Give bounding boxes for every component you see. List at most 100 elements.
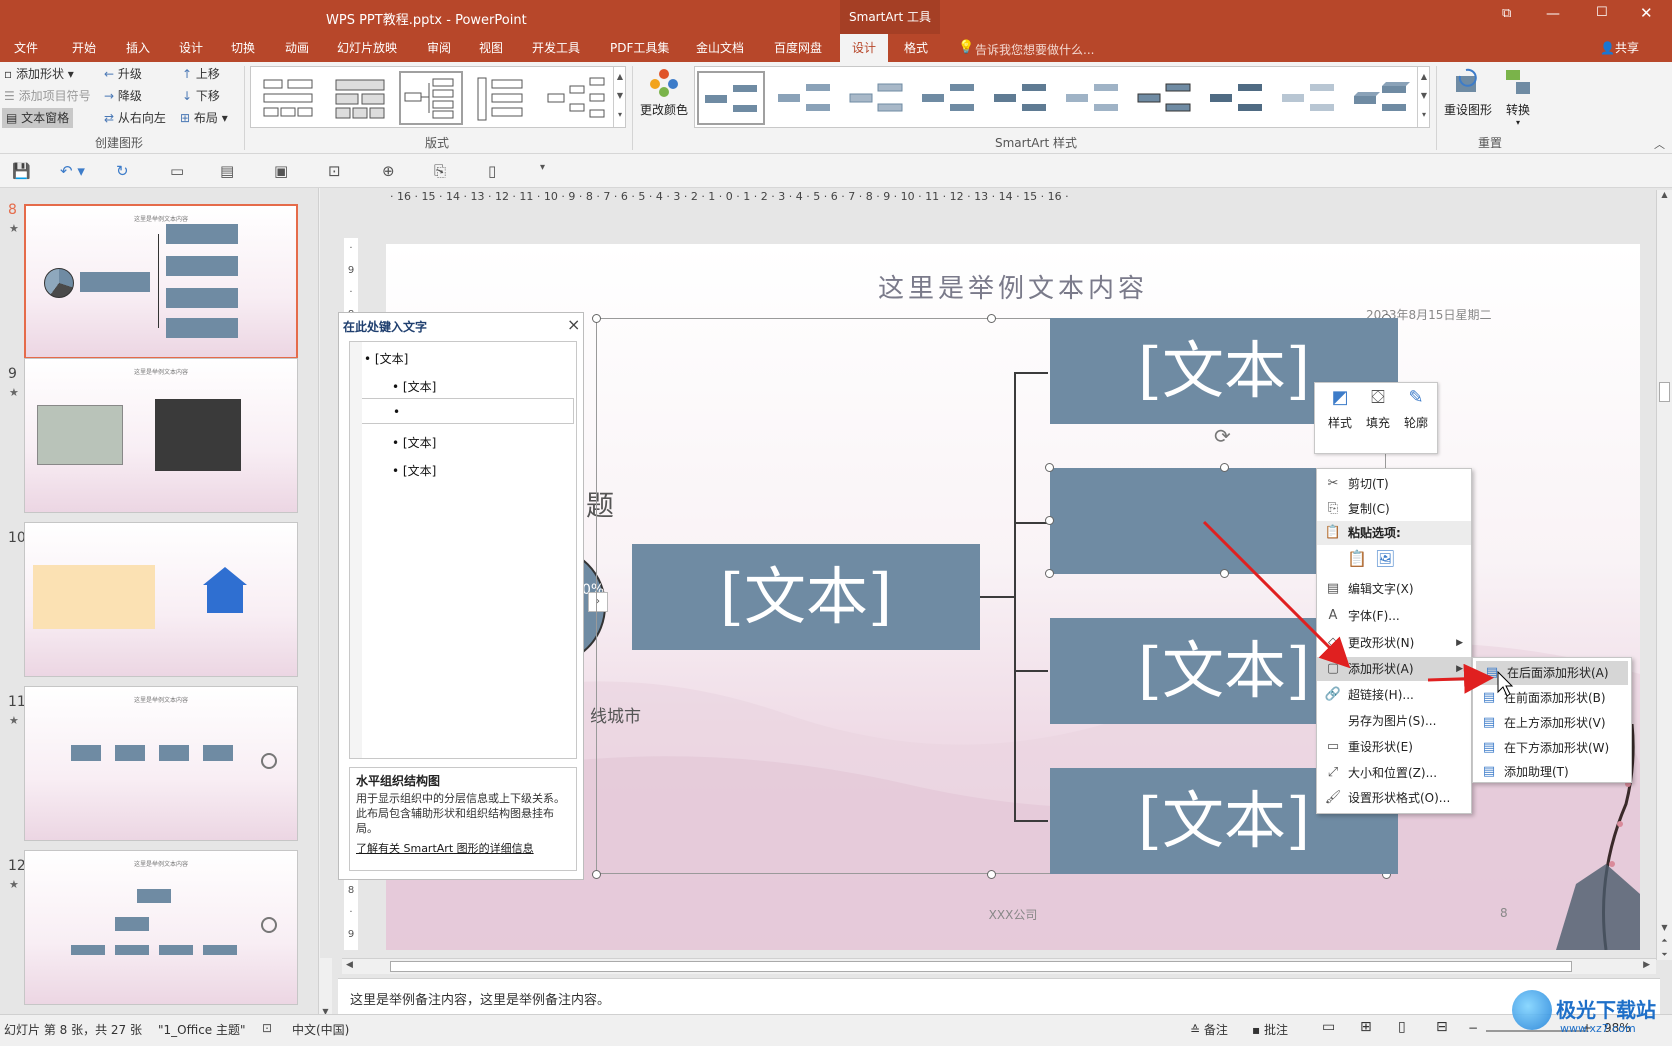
style-option[interactable]: [987, 71, 1055, 125]
notes-pane[interactable]: 这里是举例备注内容，这里是举例备注内容。: [338, 978, 1660, 1014]
smartart-main-box[interactable]: [文本]: [632, 544, 980, 650]
next-slide-icon[interactable]: ⏷: [1657, 950, 1672, 960]
resize-handle[interactable]: [1045, 516, 1054, 525]
text-pane-editor[interactable]: • [文本] • [文本] • • [文本] • [文本]: [349, 341, 577, 759]
tab-animations[interactable]: 动画: [283, 34, 311, 62]
layouts-gallery[interactable]: ▲ ▼ ▾: [250, 66, 626, 128]
tab-baidu-netdisk[interactable]: 百度网盘: [772, 34, 824, 62]
bullet-line-active[interactable]: •: [352, 398, 574, 424]
menu-cut[interactable]: ✂ 剪切(T): [1317, 472, 1471, 496]
scroll-up-icon[interactable]: ▲: [1657, 190, 1672, 199]
new-slide-icon[interactable]: ▭: [170, 162, 184, 180]
presentation-icon[interactable]: ⊡: [328, 162, 341, 180]
scroll-left-icon[interactable]: ◀: [346, 960, 353, 970]
document-icon[interactable]: ▯: [488, 162, 496, 180]
notes-toggle[interactable]: ≙ 备注: [1190, 1021, 1228, 1038]
slide-page-number[interactable]: 8: [1500, 906, 1508, 920]
redo-icon[interactable]: ↻: [116, 162, 129, 180]
move-down-button[interactable]: ↓ 下移: [182, 86, 220, 106]
resize-handle[interactable]: [1220, 569, 1229, 578]
add-shape-button[interactable]: ▫ 添加形状 ▾: [4, 64, 74, 84]
tab-developer[interactable]: 开发工具: [530, 34, 582, 62]
paste-keep-formatting-icon[interactable]: 📋: [1347, 549, 1369, 571]
slide-thumbnail-8[interactable]: 这里是举例文本内容: [24, 204, 298, 359]
reset-graphic-button[interactable]: 重设图形: [1442, 66, 1494, 128]
style-option[interactable]: [1059, 71, 1127, 125]
editor-vertical-scrollbar[interactable]: ▲ ▼ ⏶ ⏷: [1656, 190, 1672, 960]
scroll-down-icon[interactable]: ▼: [1657, 923, 1672, 932]
menu-save-as-picture[interactable]: 另存为图片(S)...: [1317, 709, 1471, 733]
style-option[interactable]: [915, 71, 983, 125]
restore-ribbon-icon[interactable]: ⧉: [1502, 6, 1511, 21]
fill-button[interactable]: ⛋ 填充: [1361, 387, 1395, 431]
bullet-line[interactable]: • [文本]: [364, 350, 408, 367]
bullet-line[interactable]: • [文本]: [392, 378, 436, 395]
minimize-button[interactable]: —: [1546, 6, 1560, 22]
resize-handle[interactable]: [592, 314, 601, 323]
resize-handle[interactable]: [1045, 569, 1054, 578]
previous-slide-icon[interactable]: ⏶: [1657, 936, 1672, 946]
menu-hyperlink[interactable]: 🔗 超链接(H)...: [1317, 683, 1471, 707]
resize-handle[interactable]: [987, 870, 996, 879]
bullet-line[interactable]: • [文本]: [392, 434, 436, 451]
menu-edit-text[interactable]: ▤ 编辑文字(X): [1317, 577, 1471, 601]
menu-add-shape-above[interactable]: ▤ 在上方添加形状(V): [1473, 711, 1631, 735]
tab-pdf-tools[interactable]: PDF工具集: [608, 34, 671, 62]
share-icon[interactable]: ⎘: [434, 162, 446, 180]
menu-copy[interactable]: ⎘ 复制(C): [1317, 497, 1471, 521]
menu-add-assistant[interactable]: ▤ 添加助理(T): [1473, 760, 1631, 784]
slide-title[interactable]: 这里是举例文本内容: [386, 268, 1640, 305]
change-colors-button[interactable]: 更改颜色: [638, 66, 690, 128]
tab-home[interactable]: 开始: [70, 34, 98, 62]
comments-toggle[interactable]: ▪ 批注: [1252, 1021, 1288, 1038]
slide-thumbnail-12[interactable]: 这里是举例文本内容: [24, 850, 298, 1005]
rotate-handle-icon[interactable]: ⟳: [1214, 424, 1231, 448]
style-option[interactable]: [1131, 71, 1199, 125]
share-button[interactable]: 👤共享: [1600, 34, 1639, 62]
menu-font[interactable]: A 字体(F)...: [1317, 604, 1471, 628]
style-option-selected[interactable]: [697, 71, 765, 125]
reading-view-icon[interactable]: ▯: [1398, 1019, 1406, 1035]
notes-text[interactable]: 这里是举例备注内容，这里是举例备注内容。: [350, 989, 610, 1008]
resize-handle[interactable]: [1045, 463, 1054, 472]
tab-design[interactable]: 设计: [177, 34, 205, 62]
slide-footer[interactable]: XXX公司: [386, 906, 1640, 923]
language[interactable]: 中文(中国): [292, 1021, 349, 1038]
resize-handle[interactable]: [1220, 463, 1229, 472]
scroll-right-icon[interactable]: ▶: [1643, 960, 1650, 970]
tab-smartart-design[interactable]: 设计: [840, 34, 889, 62]
style-option[interactable]: [1275, 71, 1343, 125]
style-option[interactable]: [843, 71, 911, 125]
menu-add-shape-after[interactable]: ▤ 在后面添加形状(A): [1476, 661, 1628, 685]
demote-button[interactable]: → 降级: [104, 86, 142, 106]
menu-change-shape[interactable]: ◇ 更改形状(N) ▶: [1317, 631, 1471, 655]
menu-size-position[interactable]: ⤢ 大小和位置(Z)...: [1317, 761, 1471, 785]
style-option[interactable]: [1203, 71, 1271, 125]
tab-slideshow[interactable]: 幻灯片放映: [335, 34, 399, 62]
present-icon[interactable]: ▣: [274, 162, 288, 180]
text-pane-button[interactable]: ▤ 文本窗格: [2, 108, 74, 128]
slide-thumbnail-9[interactable]: 这里是举例文本内容: [24, 358, 298, 513]
scroll-thumb[interactable]: [1659, 382, 1670, 402]
save-icon[interactable]: 💾: [12, 162, 31, 180]
tab-file[interactable]: 文件: [12, 34, 40, 62]
outline-button[interactable]: ✎ 轮廓: [1399, 387, 1433, 431]
normal-view-icon[interactable]: ▭: [1322, 1019, 1335, 1035]
add-bullet-button[interactable]: ☰ 添加项目符号: [4, 86, 91, 106]
tab-transitions[interactable]: 切换: [229, 34, 257, 62]
close-button[interactable]: ✕: [1640, 4, 1653, 22]
layout-option[interactable]: [327, 71, 391, 125]
layout-option-selected[interactable]: [399, 71, 463, 125]
customize-qat-icon[interactable]: ▾: [540, 162, 545, 173]
style-option[interactable]: [1347, 71, 1415, 125]
learn-more-link[interactable]: 了解有关 SmartArt 图形的详细信息: [356, 840, 570, 856]
style-button[interactable]: ◩ 样式: [1323, 387, 1357, 431]
style-option[interactable]: [771, 71, 839, 125]
convert-button[interactable]: 转换 ▾: [1498, 66, 1538, 136]
tab-kingsoft-docs[interactable]: 金山文档: [694, 34, 746, 62]
resize-handle[interactable]: [592, 870, 601, 879]
layouts-gallery-scroll[interactable]: ▲ ▼ ▾: [613, 67, 626, 127]
layout-option[interactable]: [255, 71, 319, 125]
menu-add-shape-below[interactable]: ▤ 在下方添加形状(W): [1473, 736, 1631, 760]
collapse-ribbon-icon[interactable]: ︿: [1654, 136, 1665, 152]
